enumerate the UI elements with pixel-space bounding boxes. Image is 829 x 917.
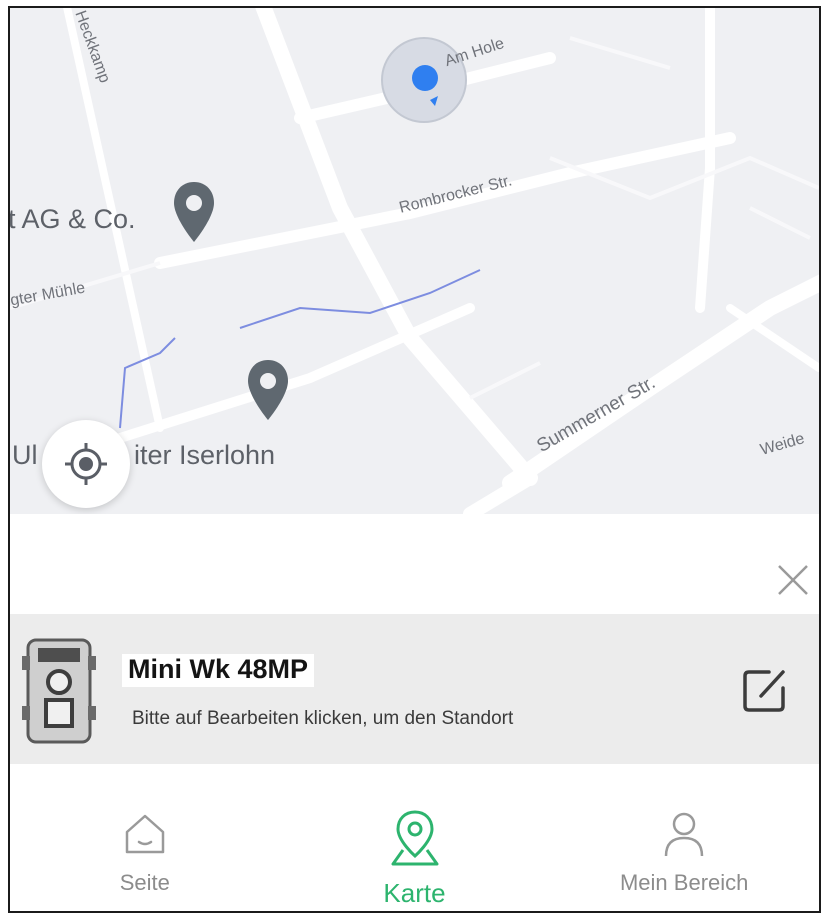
device-location-hint: Bitte auf Bearbeiten klicken, um den Sta… <box>132 708 514 729</box>
device-card[interactable]: Mini Wk 48MP Bitte auf Bearbeiten klicke… <box>10 614 819 764</box>
tab-label: Seite <box>119 870 170 895</box>
poi-label: t AG & Co. <box>10 204 136 234</box>
bottom-sheet-header <box>10 514 819 614</box>
poi-label: iter Iserlohn <box>134 440 276 470</box>
tab-label: Mein Bereich <box>619 870 749 895</box>
home-icon <box>125 814 165 854</box>
tab-karte[interactable]: Karte <box>280 764 550 911</box>
user-location-dot <box>412 65 438 91</box>
map-pin-icon[interactable] <box>172 180 216 246</box>
tab-seite[interactable]: Seite <box>10 764 280 911</box>
trail-camera-icon <box>22 638 96 744</box>
locate-me-button[interactable] <box>42 420 130 508</box>
map-view[interactable]: t AG & Co. Ul iter Iserlohn Rombrocker S… <box>10 8 819 514</box>
bottom-tab-bar: Seite Karte Mein Bereich <box>10 764 819 911</box>
poi-label: Ul <box>12 440 38 470</box>
crosshair-icon <box>65 443 107 485</box>
map-pin-icon[interactable] <box>246 358 290 424</box>
map-pin-icon <box>391 810 438 866</box>
app-window: t AG & Co. Ul iter Iserlohn Rombrocker S… <box>8 6 821 913</box>
user-icon <box>664 812 704 857</box>
tab-mein-bereich[interactable]: Mein Bereich <box>549 764 819 911</box>
tab-label: Karte <box>383 878 446 908</box>
close-icon[interactable] <box>771 558 815 602</box>
map-roads <box>10 8 819 514</box>
device-name: Mini Wk 48MP <box>122 654 315 687</box>
edit-icon[interactable] <box>739 664 791 716</box>
